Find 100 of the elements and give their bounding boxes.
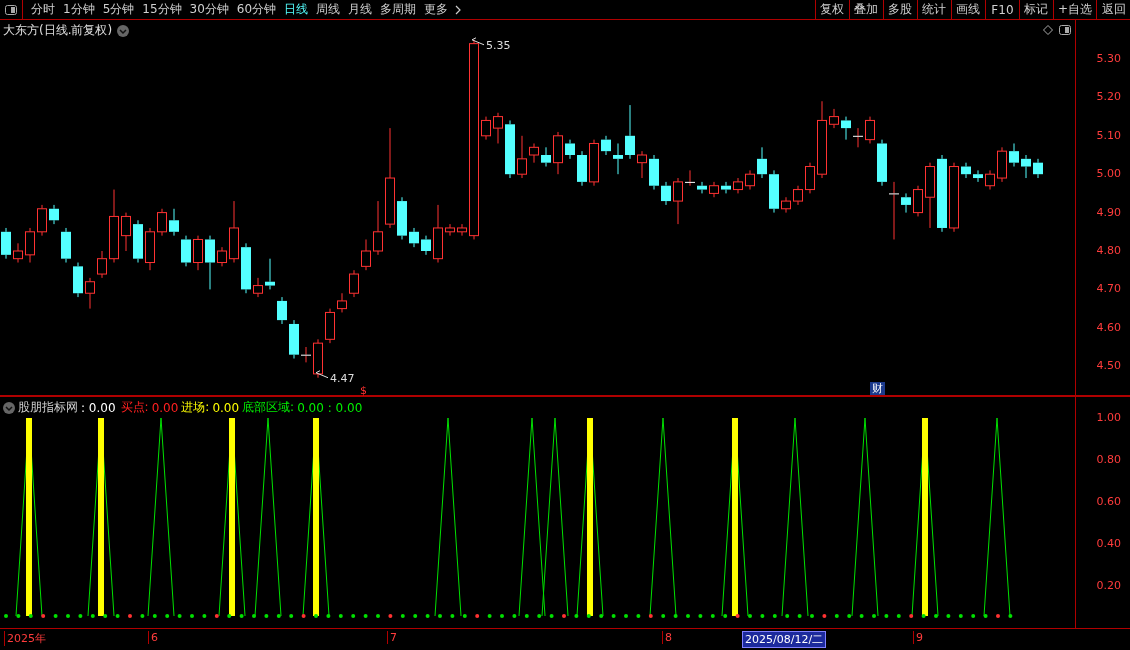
toolbar-button[interactable]: 返回 xyxy=(1096,0,1130,19)
candlestick xyxy=(505,119,515,179)
chart-title: 大东方(日线.前复权) xyxy=(3,22,113,39)
toolbar-button[interactable]: 复权 xyxy=(814,0,849,19)
candlestick xyxy=(1033,158,1043,179)
candlestick xyxy=(721,181,731,194)
indicator-value: : 0.00 xyxy=(81,400,116,415)
high-price-label: 5.35 xyxy=(486,38,511,52)
candlestick xyxy=(577,150,587,187)
period-tab[interactable]: 多周期 xyxy=(376,0,421,19)
period-tab[interactable]: 5分钟 xyxy=(98,0,139,19)
indicator-line-value: 0.00 xyxy=(212,400,240,415)
candlestick xyxy=(1,227,11,260)
candlestick xyxy=(373,200,383,256)
candlestick xyxy=(973,169,983,183)
toolbar-button[interactable]: +自选 xyxy=(1052,0,1096,19)
candlestick xyxy=(361,239,371,271)
candlestick xyxy=(901,192,911,214)
candlestick xyxy=(37,204,47,237)
candlestick xyxy=(793,185,803,206)
toolbar-button[interactable]: 统计 xyxy=(916,0,951,19)
toolbar-button[interactable]: F10 xyxy=(984,0,1019,19)
toolbar-button[interactable]: 画线 xyxy=(950,0,985,19)
candlestick xyxy=(421,235,431,256)
candlestick xyxy=(781,196,791,214)
toolbar-button[interactable]: 叠加 xyxy=(848,0,883,19)
indicator-line-label: 进场: xyxy=(181,399,210,417)
candlestick xyxy=(157,208,167,237)
chevron-down-icon[interactable] xyxy=(3,401,15,414)
candlestick xyxy=(241,242,251,294)
panel-toggle-icon[interactable] xyxy=(1059,25,1071,35)
candlestick xyxy=(553,131,563,175)
axis-label: 1.00 xyxy=(1096,411,1121,425)
date-label: 9 xyxy=(913,631,925,645)
date-label: 7 xyxy=(387,631,399,645)
diamond-icon[interactable] xyxy=(1043,25,1053,35)
candlestick xyxy=(397,196,407,240)
candlestick xyxy=(85,277,95,310)
period-tab[interactable]: 更多 xyxy=(420,0,453,19)
period-tab[interactable]: 60分钟 xyxy=(232,0,281,19)
leader-line xyxy=(315,370,329,379)
candlestick xyxy=(625,104,635,160)
finance-marker[interactable]: 财 xyxy=(870,382,885,395)
chevron-down-icon[interactable] xyxy=(117,24,130,37)
candlestick xyxy=(97,250,107,279)
candlestick xyxy=(301,346,311,363)
candlestick xyxy=(145,227,155,271)
candlestick xyxy=(337,292,347,313)
candlestick xyxy=(685,169,695,187)
candlestick xyxy=(673,177,683,225)
axis-label: 5.20 xyxy=(1096,90,1121,104)
period-tab[interactable]: 分时 xyxy=(27,0,59,19)
candlestick xyxy=(49,204,59,225)
period-tab[interactable]: 15分钟 xyxy=(138,0,186,19)
candlestick xyxy=(829,108,839,129)
axis-label: 4.90 xyxy=(1096,205,1121,219)
toolbar-button[interactable]: 多股 xyxy=(882,0,917,19)
candlestick xyxy=(769,169,779,214)
period-tab[interactable]: 1分钟 xyxy=(59,0,99,19)
toolbar-button[interactable]: 标记 xyxy=(1018,0,1053,19)
period-tab[interactable]: 30分钟 xyxy=(185,0,233,19)
event-marker[interactable]: $ xyxy=(358,384,369,397)
candlestick xyxy=(613,143,623,175)
candlestick xyxy=(745,169,755,191)
candlestick xyxy=(853,127,863,148)
indicator-line-label: 底部区域: xyxy=(242,399,295,417)
panel-toggle-icon[interactable] xyxy=(5,4,17,15)
candlestick xyxy=(733,177,743,194)
period-tab[interactable]: 日线 xyxy=(280,0,313,19)
chevron-right-icon[interactable] xyxy=(455,4,462,15)
period-tab[interactable]: 周线 xyxy=(312,0,345,19)
candlestick xyxy=(313,338,323,379)
candlestick xyxy=(181,235,191,267)
axis-label: 4.60 xyxy=(1096,320,1121,334)
indicator-line-value: 0.00 : 0.00 xyxy=(297,400,363,415)
axis-label: 0.60 xyxy=(1096,495,1121,508)
candlestick xyxy=(133,219,143,263)
candlestick xyxy=(589,139,599,187)
candlestick xyxy=(709,181,719,198)
date-label: 2025年 xyxy=(4,631,48,647)
candlestick xyxy=(697,181,707,194)
candlestick xyxy=(601,135,611,156)
candlestick xyxy=(841,116,851,141)
candlestick xyxy=(529,143,539,164)
candlestick xyxy=(265,258,275,290)
date-label: 2025/08/12/二 xyxy=(742,631,827,649)
candlestick xyxy=(25,227,35,263)
candlestick xyxy=(925,162,935,229)
candlestick xyxy=(349,269,359,298)
candlestick xyxy=(73,262,83,298)
axis-label: 0.80 xyxy=(1096,453,1121,467)
axis-label: 4.50 xyxy=(1096,359,1121,373)
candlestick xyxy=(637,150,647,179)
period-tab[interactable]: 月线 xyxy=(344,0,377,19)
candlestick xyxy=(649,154,659,191)
candlestick xyxy=(961,162,971,179)
candlestick xyxy=(457,223,467,237)
candlestick xyxy=(889,181,899,240)
candlestick xyxy=(325,308,335,344)
candlestick xyxy=(865,116,875,144)
